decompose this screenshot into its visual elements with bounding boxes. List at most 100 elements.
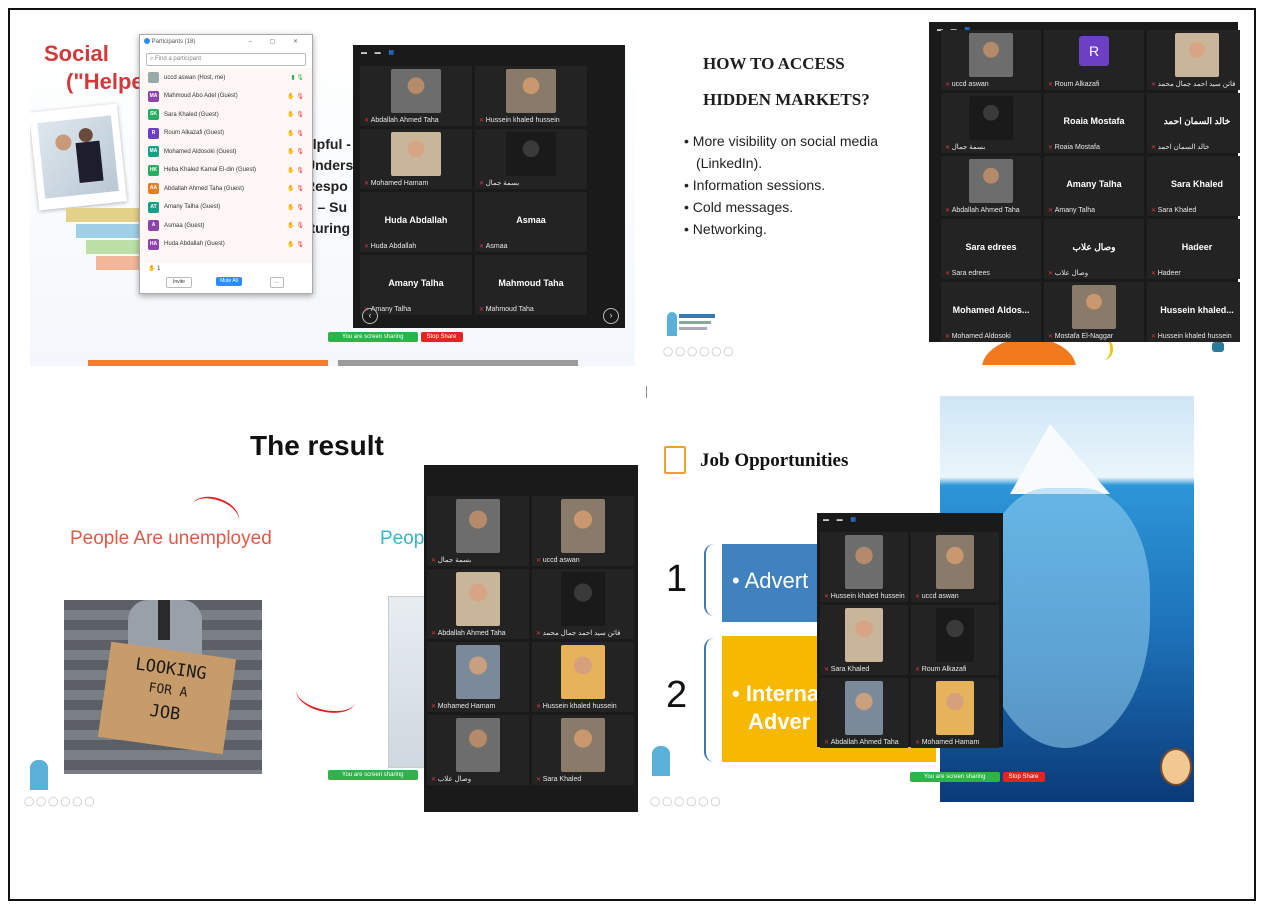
video-tile[interactable]: Hussein khaled hussein <box>820 532 908 602</box>
gallery-next-button[interactable]: › <box>603 308 619 324</box>
participant-video <box>1072 285 1116 329</box>
video-tile[interactable]: Mahmoud Taha Mahmoud Taha <box>475 255 587 315</box>
participant-search[interactable]: ⌕ Find a participant <box>146 53 306 66</box>
gallery-toolbar: ▬ ▬ ▦ <box>361 50 398 56</box>
participant-name-label: Hussein khaled hussein <box>536 703 617 710</box>
slide-nav-icons[interactable]: ◯◯◯◯◯◯ <box>24 796 96 807</box>
video-tile[interactable]: Abdallah Ahmed Taha <box>820 678 908 748</box>
participant-name-large: Sara Khaled <box>1170 178 1224 189</box>
video-tile[interactable]: Abdallah Ahmed Taha <box>941 156 1041 216</box>
participant-row[interactable]: HK Heba Khaled Kamal El-din (Guest) ✋ 🎙 <box>148 163 304 178</box>
video-tile[interactable]: Hussein khaled hussein <box>532 642 634 712</box>
video-tile[interactable]: فاتن سيد احمد جمال محمد <box>532 569 634 639</box>
screen-share-bar: You are screen sharing <box>328 770 418 780</box>
participant-row[interactable]: MA Mahmoud Abo Adel (Guest) ✋ 🎙 <box>148 89 304 104</box>
slide-nav-icons[interactable]: ◯◯◯◯◯◯ <box>650 796 722 807</box>
participant-row[interactable]: AT Amany Talha (Guest) ✋ 🎙 <box>148 200 304 215</box>
participant-video <box>844 608 884 662</box>
invite-button[interactable]: Invite <box>166 277 192 288</box>
video-tile[interactable]: Mohamed Aldos... Mohamed Aldosoki <box>941 282 1041 342</box>
participant-name-label: uccd aswan <box>536 557 580 564</box>
participant-name-large: Mohamed Aldos... <box>952 304 1030 315</box>
video-tile[interactable]: Asmaa Asmaa <box>475 192 587 252</box>
participant-name-label: فاتن سيد احمد جمال محمد <box>1151 80 1236 88</box>
video-tile[interactable]: خالد السمان احمد خالد السمان احمد <box>1147 93 1240 153</box>
participant-video <box>506 132 556 176</box>
video-tile[interactable]: فاتن سيد احمد جمال محمد <box>1147 30 1240 90</box>
video-tile[interactable]: Hadeer Hadeer <box>1147 219 1240 279</box>
participant-avatar: A <box>148 220 159 231</box>
hand-count-value: 1 <box>157 266 161 272</box>
video-tile[interactable]: Sara Khaled <box>532 715 634 785</box>
participant-row[interactable]: R Roum Alkazafi (Guest) ✋ 🎙 <box>148 126 304 141</box>
participant-avatar <box>148 72 159 83</box>
mic-muted-icon[interactable]: ✋ 🎙 <box>287 111 304 118</box>
mic-muted-icon[interactable]: ✋ 🎙 <box>287 204 304 211</box>
stop-share-button[interactable]: Stop Share <box>420 332 463 342</box>
video-tile[interactable]: Mohamed Hamam <box>427 642 529 712</box>
participant-row[interactable]: uccd aswan (Host, me) ▮ 🎙 <box>148 70 304 85</box>
more-button[interactable]: ... <box>270 277 284 288</box>
title-line-1: Social <box>44 41 109 66</box>
video-tile[interactable]: Mostafa El-Naggar <box>1044 282 1144 342</box>
video-tile[interactable]: Mohamed Hamam <box>911 678 999 748</box>
video-tile[interactable]: Abdallah Ahmed Taha <box>427 569 529 639</box>
video-tile[interactable]: Mohamed Hamam <box>360 129 472 189</box>
mic-muted-icon[interactable]: ✋ 🎙 <box>287 93 304 100</box>
stop-share-button[interactable]: Stop Share <box>1002 772 1045 782</box>
participant-name-label: Mohamed Hamam <box>915 739 980 746</box>
bullet-item: • Information sessions. <box>684 177 826 193</box>
video-tile[interactable]: بسمة جمال <box>427 496 529 566</box>
participant-row[interactable]: HA Huda Abdallah (Guest) ✋ 🎙 <box>148 237 304 252</box>
participant-video <box>455 645 501 699</box>
participant-row[interactable]: MA Mohamed Aldosoki (Guest) ✋ 🎙 <box>148 144 304 159</box>
video-tile[interactable]: uccd aswan <box>941 30 1041 90</box>
video-tile[interactable]: Sara Khaled Sara Khaled <box>1147 156 1240 216</box>
participant-name-large: Hussein khaled... <box>1160 304 1234 315</box>
participant-name: Mahmoud Abo Adel (Guest) <box>164 93 238 99</box>
participant-name-label: Mahmoud Taha <box>479 306 534 313</box>
mic-muted-icon[interactable]: ✋ 🎙 <box>287 222 304 229</box>
participant-name: Huda Abdallah (Guest) <box>164 241 225 247</box>
video-tile[interactable]: R Roum Alkazafi <box>1044 30 1144 90</box>
brace-2 <box>704 638 716 762</box>
mic-muted-icon[interactable]: ▮ 🎙 <box>291 74 304 81</box>
participants-window: Participants (18) – ▢ ✕ ⌕ Find a partici… <box>139 34 313 294</box>
bullet-item: • More visibility on social media <box>684 133 878 149</box>
mic-muted-icon[interactable]: ✋ 🎙 <box>287 167 304 174</box>
participant-row[interactable]: SK Sara Khaled (Guest) ✋ 🎙 <box>148 107 304 122</box>
video-tile[interactable]: Hussein khaled hussein <box>475 66 587 126</box>
video-tile[interactable]: Amany TalhaAmany Talha <box>1044 156 1144 216</box>
video-tile[interactable]: Sara edrees Sara edrees <box>941 219 1041 279</box>
slide-nav-icons[interactable]: ◯◯◯◯◯◯ <box>663 346 735 357</box>
video-tile[interactable]: Sara Khaled <box>820 605 908 675</box>
participant-name: Mohamed Aldosoki (Guest) <box>164 148 237 155</box>
window-controls[interactable]: – ▢ ✕ <box>249 35 306 49</box>
mic-muted-icon[interactable]: ✋ 🎙 <box>287 130 304 137</box>
video-tile[interactable]: Huda Abdallah Huda Abdallah <box>360 192 472 252</box>
participant-name-label: Asmaa <box>479 243 508 250</box>
video-tile[interactable]: Roaia Mostafa Roaia Mostafa <box>1044 93 1144 153</box>
mute-all-button[interactable]: Mute All <box>216 277 242 286</box>
university-logo-icon <box>30 760 48 790</box>
video-tile[interactable]: uccd aswan <box>911 532 999 602</box>
video-tile[interactable]: Hussein khaled... Hussein khaled hussein <box>1147 282 1240 342</box>
participant-video <box>560 572 606 626</box>
video-tile[interactable]: Amany TalhaAmany Talha <box>360 255 472 315</box>
video-tile[interactable]: uccd aswan <box>532 496 634 566</box>
video-tile[interactable]: وصال علاب <box>427 715 529 785</box>
video-tile[interactable]: Abdallah Ahmed Taha <box>360 66 472 126</box>
video-tile[interactable]: بسمة جمال <box>941 93 1041 153</box>
video-tile[interactable]: Roum Alkazafi <box>911 605 999 675</box>
gallery-prev-button[interactable]: ‹ <box>362 308 378 324</box>
slide-footer-bar <box>88 360 328 366</box>
participant-name-large: Mahmoud Taha <box>498 277 564 288</box>
video-tile[interactable]: وصال علاب وصال علاب <box>1044 219 1144 279</box>
mic-muted-icon[interactable]: ✋ 🎙 <box>287 185 304 192</box>
mic-muted-icon[interactable]: ✋ 🎙 <box>287 241 304 248</box>
participant-row[interactable]: AA Abdallah Ahmed Taha (Guest) ✋ 🎙 <box>148 181 304 196</box>
participant-name-label: Sara edrees <box>945 270 990 277</box>
mic-muted-icon[interactable]: ✋ 🎙 <box>287 148 304 155</box>
participant-row[interactable]: A Asmaa (Guest) ✋ 🎙 <box>148 218 304 233</box>
video-tile[interactable]: بسمة جمال <box>475 129 587 189</box>
